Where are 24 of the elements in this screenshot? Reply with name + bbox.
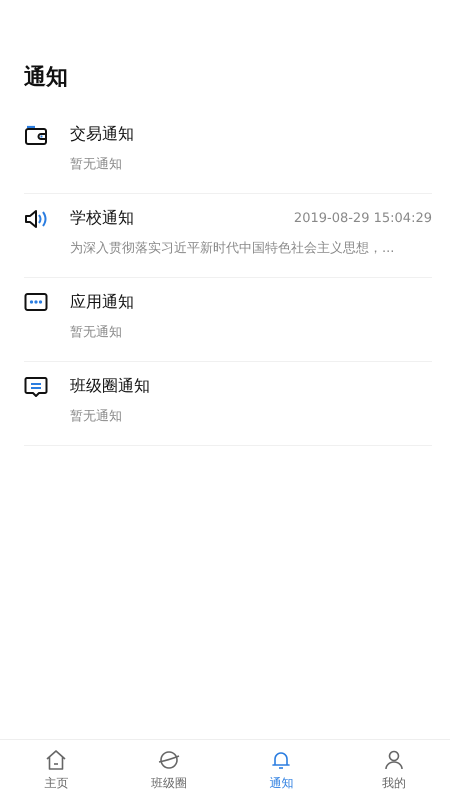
- notification-title: 应用通知: [70, 292, 134, 313]
- notification-item[interactable]: 应用通知 暂无通知: [24, 278, 432, 362]
- person-icon: [382, 748, 405, 770]
- notification-summary: 暂无通知: [70, 156, 122, 173]
- notification-title: 学校通知: [70, 208, 134, 229]
- page-title: 通知: [24, 64, 68, 92]
- tab[interactable]: 通知: [225, 740, 338, 800]
- notification-summary: 为深入贯彻落实习近平新时代中国特色社会主义思想，...: [70, 240, 394, 257]
- notification-item[interactable]: 交易通知 暂无通知: [24, 110, 432, 194]
- tab[interactable]: 班级圈: [112, 740, 225, 800]
- notification-title: 交易通知: [70, 124, 134, 145]
- notification-summary: 暂无通知: [70, 408, 122, 425]
- message-dots-icon: [24, 292, 48, 312]
- notification-item[interactable]: 班级圈通知 暂无通知: [24, 362, 432, 446]
- tab[interactable]: 主页: [0, 740, 112, 800]
- notification-item[interactable]: 学校通知 2019-08-29 15:04:29 为深入贯彻落实习近平新时代中国特色社会主义思想，...: [24, 194, 432, 278]
- notification-title: 班级圈通知: [70, 376, 150, 397]
- tab[interactable]: 我的: [338, 740, 450, 800]
- notification-time: 2019-08-29 15:04:29: [294, 211, 432, 226]
- notification-summary: 暂无通知: [70, 324, 122, 341]
- home-icon: [45, 748, 68, 770]
- wallet-icon: [24, 124, 48, 146]
- chat-bubble-icon: [24, 376, 48, 398]
- planet-icon: [156, 748, 181, 770]
